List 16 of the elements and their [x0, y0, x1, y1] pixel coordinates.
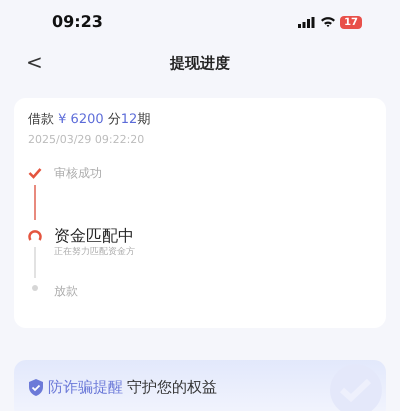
step-title: 资金匹配中 — [54, 226, 135, 246]
step-title: 放款 — [54, 283, 78, 300]
back-button[interactable]: < — [22, 52, 47, 72]
loan-summary: 借款 ¥ 6200 分12期 — [28, 111, 152, 129]
status-time: 09:23 — [52, 11, 103, 33]
shield-icon — [28, 378, 44, 396]
banner-highlight: 防诈骗提醒 — [48, 377, 123, 398]
step-subtitle: 正在努力匹配资金方 — [54, 246, 135, 259]
battery-level: 17 — [340, 16, 362, 28]
anti-fraud-banner[interactable]: 防诈骗提醒 守护您的权益 — [14, 360, 386, 411]
page-title: 提现进度 — [170, 52, 230, 74]
step-title: 审核成功 — [54, 165, 102, 182]
loan-date: 2025/03/29 09:22:20 — [28, 132, 146, 148]
wifi-icon — [320, 16, 336, 28]
banner-text: 守护您的权益 — [127, 377, 217, 398]
signal-icon — [298, 16, 316, 28]
